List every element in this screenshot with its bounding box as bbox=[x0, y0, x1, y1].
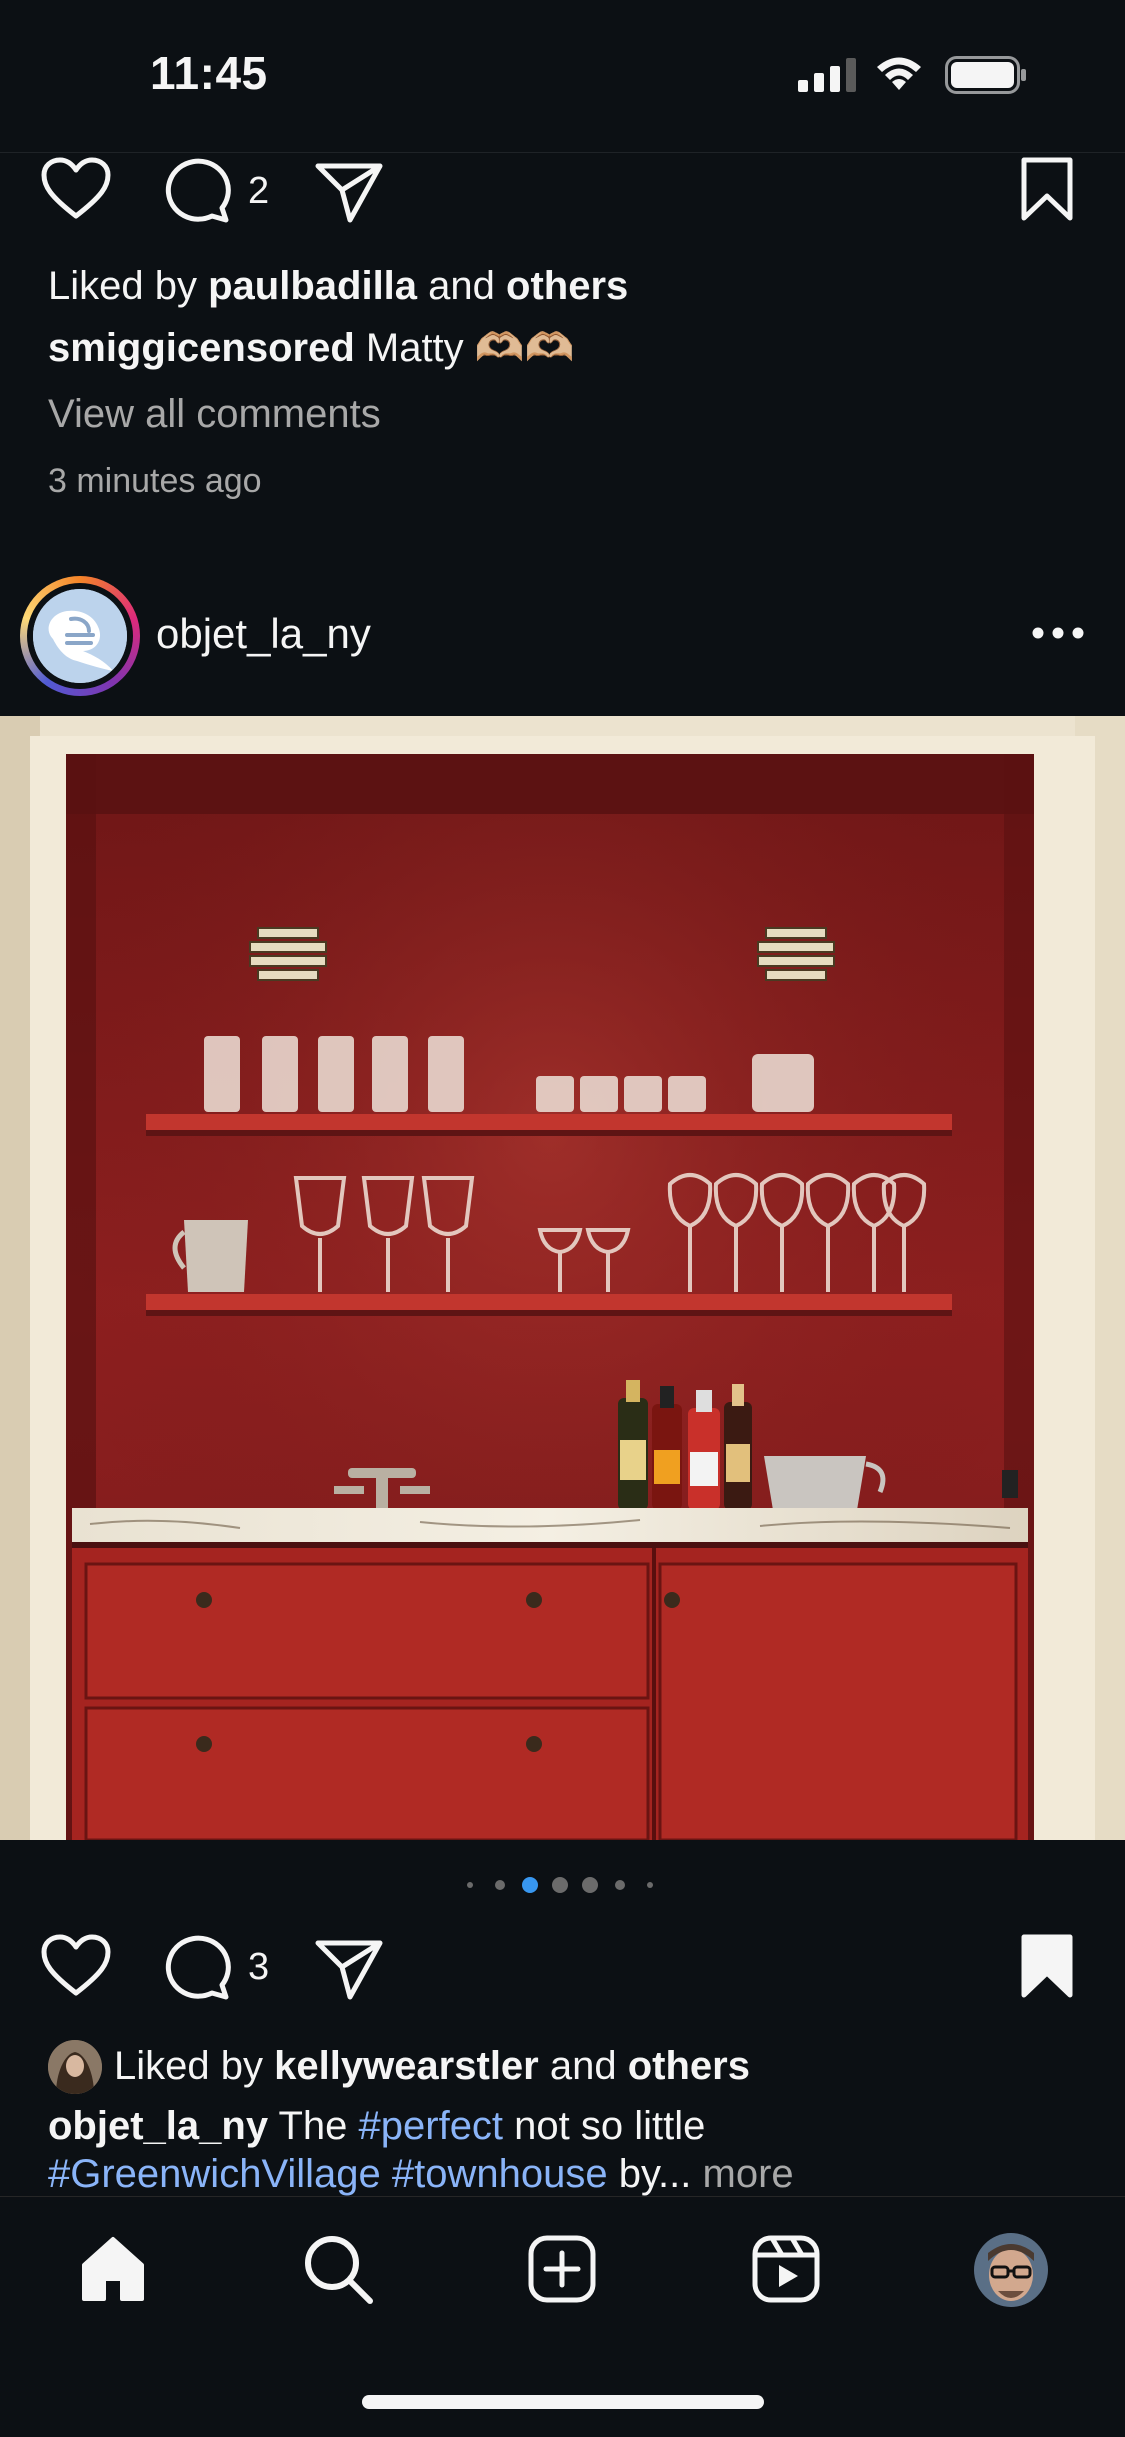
wifi-icon bbox=[873, 54, 925, 92]
carousel-dot bbox=[552, 1877, 568, 1893]
carousel-indicator bbox=[460, 1870, 666, 1900]
caption-text: Matty 🫶🏼🫶🏼 bbox=[354, 326, 575, 370]
feed-header-divider bbox=[0, 152, 1125, 153]
send-icon bbox=[315, 1940, 383, 2000]
liked-by-user[interactable]: paulbadilla bbox=[208, 264, 417, 308]
more-options-icon[interactable] bbox=[1032, 626, 1084, 640]
search-icon[interactable] bbox=[302, 2233, 374, 2305]
comment-count: 2 bbox=[248, 170, 270, 212]
post-author-avatar[interactable] bbox=[33, 589, 127, 683]
hashtag-link[interactable]: #perfect bbox=[359, 2104, 504, 2148]
post-timestamp: 3 minutes ago bbox=[48, 462, 262, 500]
post-caption-text: The bbox=[268, 2104, 359, 2148]
hashtag-link[interactable]: #townhouse bbox=[392, 2152, 608, 2196]
post-liked-by-middle: and bbox=[538, 2044, 628, 2088]
comment-icon bbox=[165, 1935, 231, 2000]
carousel-dot bbox=[582, 1877, 598, 1893]
post-caption-text: by... bbox=[607, 2152, 692, 2196]
post-like-button[interactable] bbox=[40, 1933, 112, 1999]
liked-by-prefix: Liked by bbox=[48, 264, 209, 308]
caption: smiggicensored Matty 🫶🏼🫶🏼 bbox=[48, 324, 574, 371]
home-indicator bbox=[362, 2395, 764, 2409]
carousel-dot bbox=[647, 1882, 653, 1888]
heart-icon bbox=[41, 1934, 111, 1996]
liked-by-avatar[interactable] bbox=[48, 2040, 102, 2094]
carousel-dot-active bbox=[522, 1877, 538, 1893]
cellular-signal-icon bbox=[798, 58, 858, 92]
bookmark-icon bbox=[1021, 157, 1073, 221]
create-icon[interactable] bbox=[528, 2235, 596, 2303]
post-image[interactable] bbox=[0, 716, 1125, 1840]
post-share-button[interactable] bbox=[314, 1937, 384, 2001]
home-icon[interactable] bbox=[78, 2235, 148, 2303]
send-icon bbox=[315, 163, 383, 223]
liked-by-text: Liked by paulbadilla and others bbox=[48, 264, 628, 309]
post-comment-count: 3 bbox=[248, 1946, 270, 1988]
like-button[interactable] bbox=[40, 156, 112, 222]
comment-button[interactable] bbox=[164, 158, 232, 224]
post-save-button[interactable] bbox=[1019, 1933, 1075, 1999]
caption-username[interactable]: smiggicensored bbox=[48, 326, 355, 370]
liked-by-others[interactable]: others bbox=[506, 264, 628, 308]
share-button[interactable] bbox=[314, 160, 384, 224]
post-liked-by-user[interactable]: kellywearstler bbox=[274, 2044, 539, 2088]
post-liked-by-prefix: Liked by bbox=[114, 2044, 275, 2088]
carousel-dot bbox=[615, 1880, 625, 1890]
post-caption-line-2: #GreenwichVillage #townhouse by... more bbox=[48, 2152, 794, 2197]
post-liked-by-others[interactable]: others bbox=[628, 2044, 750, 2088]
battery-icon bbox=[945, 56, 1027, 94]
post-caption-text: not so little bbox=[503, 2104, 706, 2148]
bookmark-filled-icon bbox=[1021, 1934, 1073, 1998]
hashtag-link[interactable]: #GreenwichVillage bbox=[48, 2152, 381, 2196]
heart-icon bbox=[41, 157, 111, 219]
post-username[interactable]: objet_la_ny bbox=[156, 610, 371, 658]
caption-more-link[interactable]: more bbox=[691, 2152, 794, 2196]
status-bar: 11:45 bbox=[0, 0, 1125, 150]
carousel-dot bbox=[495, 1880, 505, 1890]
comment-icon bbox=[165, 158, 231, 223]
post-liked-by-text: Liked by kellywearstler and others bbox=[114, 2044, 750, 2089]
carousel-dot bbox=[467, 1882, 473, 1888]
post-comment-button[interactable] bbox=[164, 1935, 232, 2001]
reels-icon[interactable] bbox=[752, 2235, 820, 2303]
profile-avatar[interactable] bbox=[974, 2233, 1048, 2307]
status-time: 11:45 bbox=[150, 47, 268, 99]
view-all-comments-link[interactable]: View all comments bbox=[48, 392, 381, 437]
post-caption-line-1: objet_la_ny The #perfect not so little bbox=[48, 2104, 705, 2149]
post-caption-username[interactable]: objet_la_ny bbox=[48, 2104, 268, 2148]
liked-by-middle: and bbox=[417, 264, 507, 308]
save-button[interactable] bbox=[1019, 156, 1075, 222]
